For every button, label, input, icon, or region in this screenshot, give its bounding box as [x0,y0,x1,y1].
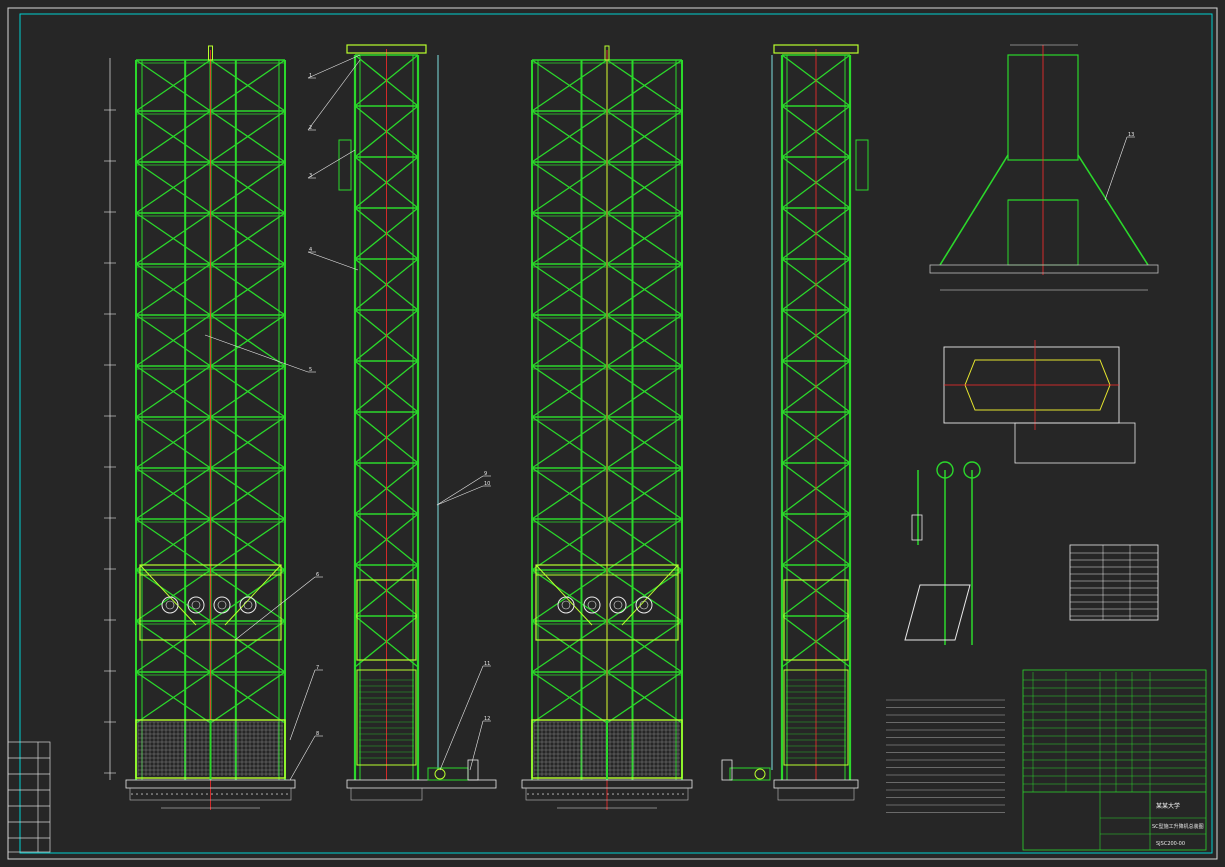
callout-13: 13 [1104,132,1135,201]
sheet-outer-border [7,7,1218,860]
title-block-drawing-title: SC型施工升降机总装图 [1152,823,1204,830]
callout-2: 2 [307,59,361,131]
overall-height-dimension [104,58,116,780]
foundation-detail-view [929,44,1159,291]
technical-notes [886,699,1005,813]
callout-9: 9 [436,471,491,506]
callout-label-5: 5 [309,367,312,373]
callout-label-4: 4 [309,247,312,253]
callout-4: 4 [307,247,359,271]
front-elevation-left [125,45,296,810]
callout-7: 7 [289,665,323,741]
rope-pulley-schematic [904,461,981,645]
callout-8: 8 [289,731,323,781]
callout-label-6: 6 [316,572,319,578]
front-elevation-right [521,45,693,810]
callout-5: 5 [204,334,316,373]
side-elevation-right [771,44,869,801]
callout-label-2: 2 [309,125,312,131]
callout-12: 12 [469,716,491,771]
callout-label-7: 7 [316,665,319,671]
drive-motor-right-base [427,759,479,781]
parameter-table [1069,544,1159,621]
callout-label-9: 9 [484,471,487,477]
callout-label-13: 13 [1128,132,1134,138]
callout-label-10: 10 [484,481,490,487]
callout-label-3: 3 [309,173,312,179]
title-block-company: 某某大学 [1156,802,1180,810]
callout-label-8: 8 [316,731,319,737]
drive-motor-left-base [721,759,771,781]
title-block: 某某大学 SC型施工升降机总装图 SJSC200-00 [1022,669,1207,851]
callout-label-12: 12 [484,716,490,722]
callout-10: 10 [436,481,491,506]
callout-3: 3 [307,149,356,179]
cad-drawing-canvas: 1 2 3 4 5 6 7 8 9 10 11 12 13 某某大学 SC型施工升降机总装图 SJSC2… [0,0,1225,867]
foundation-plan-view [943,340,1136,464]
binding-margin-table [7,741,51,853]
title-block-drawing-number: SJSC200-00 [1156,841,1185,847]
side-elevation-left [338,44,497,801]
callout-1: 1 [307,54,361,79]
callout-label-11: 11 [484,661,490,667]
cad-drawing: 12345678910111213 某某大学 SC型施工升降机总装图 SJSC2… [7,7,1218,860]
callout-label-1: 1 [309,73,312,79]
